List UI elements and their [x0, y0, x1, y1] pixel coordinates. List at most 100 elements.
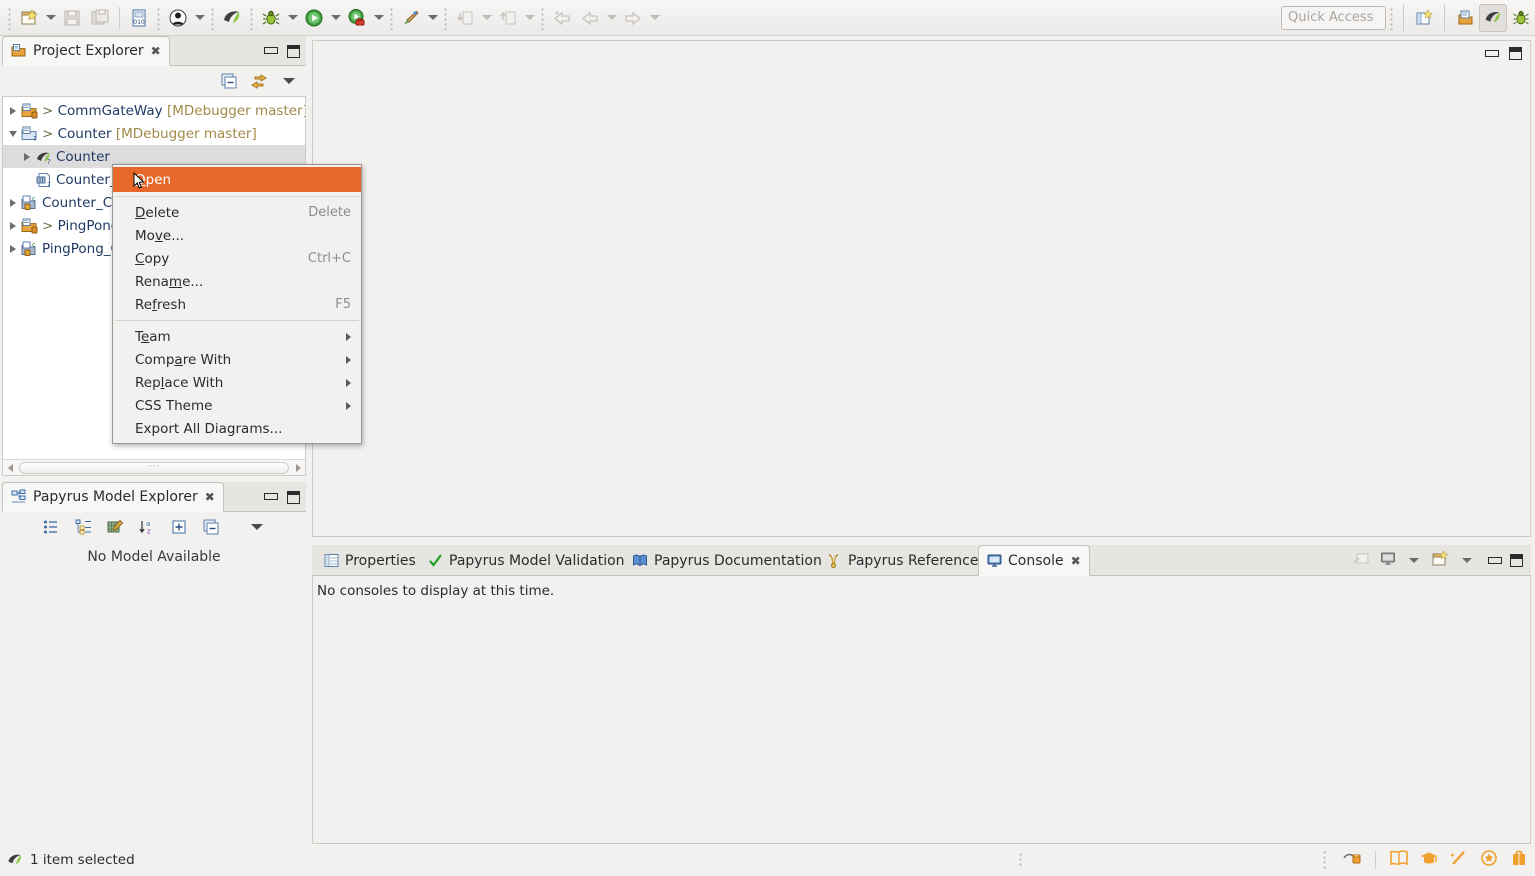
step-into-button[interactable] — [451, 4, 479, 32]
back-button[interactable] — [576, 4, 604, 32]
open-perspective-button[interactable] — [1410, 4, 1438, 32]
sort-alphabetically-button[interactable]: a z — [138, 518, 156, 536]
tree-expander[interactable] — [19, 152, 35, 161]
tree-expander[interactable] — [5, 198, 21, 207]
forward-dropdown[interactable] — [647, 4, 662, 32]
clear-console-button[interactable] — [1353, 551, 1370, 571]
console-body[interactable]: No consoles to display at this time. — [312, 576, 1531, 844]
back-dropdown[interactable] — [604, 4, 619, 32]
scroll-track[interactable] — [17, 461, 291, 474]
external-tools-button[interactable] — [397, 4, 425, 32]
open-console-dropdown[interactable] — [1459, 547, 1474, 575]
tab-papyrus-references[interactable]: Papyrus References — [818, 545, 994, 576]
tree-expander[interactable] — [5, 244, 21, 253]
table-row[interactable]: > CommGateWay [MDebugger master] — [3, 99, 305, 122]
menu-item-delete[interactable]: Delete Delete — [113, 201, 361, 224]
menu-item-refresh[interactable]: Refresh F5 — [113, 293, 361, 316]
display-console-dropdown[interactable] — [1406, 547, 1421, 575]
editor-canvas[interactable] — [313, 71, 1530, 536]
run-dropdown[interactable] — [328, 4, 343, 32]
minimize-icon[interactable] — [264, 45, 278, 57]
wand-button[interactable] — [1449, 849, 1469, 871]
tab-console[interactable]: Console ✖ — [978, 545, 1090, 576]
context-menu[interactable]: Open Delete Delete Move... Copy Ctrl+C R… — [112, 164, 362, 444]
menu-item-rename[interactable]: Rename... — [113, 270, 361, 293]
perspective-grip[interactable] — [1388, 5, 1395, 30]
menu-item-export-all-diagrams[interactable]: Export All Diagrams... — [113, 417, 361, 440]
view-menu-button[interactable] — [248, 518, 266, 536]
toolbar-grip-5[interactable] — [388, 5, 395, 30]
tab-project-explorer[interactable]: Project Explorer ✖ — [2, 36, 170, 66]
minimize-icon[interactable] — [1488, 555, 1502, 567]
maximize-icon[interactable] — [1509, 47, 1522, 60]
menu-item-compare-with[interactable]: Compare With — [113, 348, 361, 371]
external-tools-dropdown[interactable] — [425, 4, 440, 32]
status-trim-grip[interactable] — [1323, 850, 1330, 870]
minimize-icon[interactable] — [1485, 48, 1499, 60]
open-console-button[interactable] — [1431, 550, 1449, 571]
collapse-all-button[interactable] — [220, 72, 238, 90]
tab-properties[interactable]: Properties — [316, 545, 424, 576]
collapse-all-button[interactable] — [202, 518, 220, 536]
view-menu-button[interactable] — [280, 72, 298, 90]
tab-papyrus-documentation[interactable]: Papyrus Documentation — [624, 545, 830, 576]
close-icon[interactable]: ✖ — [151, 45, 161, 57]
project-explorer-hscrollbar[interactable] — [3, 459, 305, 475]
menu-item-copy[interactable]: Copy Ctrl+C — [113, 247, 361, 270]
toolbar-grip-3[interactable] — [209, 5, 216, 30]
map-button[interactable] — [1389, 849, 1409, 871]
user-profile-button[interactable] — [164, 4, 192, 32]
tab-papyrus-model-validation[interactable]: Papyrus Model Validation — [420, 545, 633, 576]
tab-papyrus-model-explorer[interactable]: Papyrus Model Explorer ✖ — [2, 482, 224, 512]
maximize-icon[interactable] — [1510, 554, 1523, 567]
step-out-button[interactable] — [494, 4, 522, 32]
save-button[interactable] — [58, 4, 86, 32]
star-badge-button[interactable] — [1479, 849, 1499, 871]
toolbar-grip-2[interactable] — [155, 5, 162, 30]
status-resize-grip[interactable] — [1019, 852, 1026, 868]
scroll-right-icon[interactable] — [291, 461, 305, 475]
toolbar-grip[interactable] — [6, 5, 13, 30]
minimize-icon[interactable] — [264, 491, 278, 503]
menu-item-css-theme[interactable]: CSS Theme — [113, 394, 361, 417]
papyrus-perspective-button[interactable] — [1479, 3, 1507, 32]
run-button[interactable] — [300, 4, 328, 32]
close-icon[interactable]: ✖ — [1071, 554, 1081, 568]
run-coverage-button[interactable] — [343, 4, 371, 32]
new-wizard-button[interactable] — [15, 4, 43, 32]
papyrus-button[interactable] — [218, 4, 246, 32]
maximize-icon[interactable] — [287, 490, 300, 504]
user-profile-dropdown[interactable] — [192, 4, 207, 32]
new-model-button[interactable]: 010 — [125, 4, 153, 32]
new-wizard-dropdown[interactable] — [43, 4, 58, 32]
debug-button[interactable] — [257, 4, 285, 32]
toolbar-grip-7[interactable] — [539, 5, 546, 30]
debug-perspective-button[interactable] — [1507, 4, 1535, 32]
next-annotation-button[interactable] — [548, 4, 576, 32]
forward-button[interactable] — [619, 4, 647, 32]
scroll-thumb[interactable] — [19, 461, 289, 474]
customize-view-button[interactable] — [106, 518, 124, 536]
menu-item-open[interactable]: Open — [113, 167, 361, 192]
toolbar-grip-6[interactable] — [442, 5, 449, 30]
scroll-left-icon[interactable] — [3, 461, 17, 475]
menu-item-replace-with[interactable]: Replace With — [113, 371, 361, 394]
show-properties-view-button[interactable] — [42, 518, 60, 536]
java-perspective-button[interactable] — [1451, 4, 1479, 32]
briefcase-button[interactable] — [1509, 849, 1529, 871]
link-with-editor-button[interactable] — [74, 518, 92, 536]
tree-expander[interactable] — [5, 106, 21, 115]
maximize-icon[interactable] — [287, 44, 300, 58]
menu-item-team[interactable]: Team — [113, 325, 361, 348]
close-icon[interactable]: ✖ — [205, 491, 215, 503]
expand-all-button[interactable] — [170, 518, 188, 536]
quick-access-input[interactable]: Quick Access — [1281, 5, 1386, 30]
tree-expander[interactable] — [5, 221, 21, 230]
step-into-dropdown[interactable] — [479, 4, 494, 32]
step-out-dropdown[interactable] — [522, 4, 537, 32]
graduation-cap-button[interactable] — [1419, 849, 1439, 871]
save-all-button[interactable] — [86, 4, 114, 32]
toolbar-grip-4[interactable] — [248, 5, 255, 30]
tree-expander[interactable] — [5, 130, 21, 137]
display-selected-console-button[interactable] — [1380, 551, 1396, 570]
